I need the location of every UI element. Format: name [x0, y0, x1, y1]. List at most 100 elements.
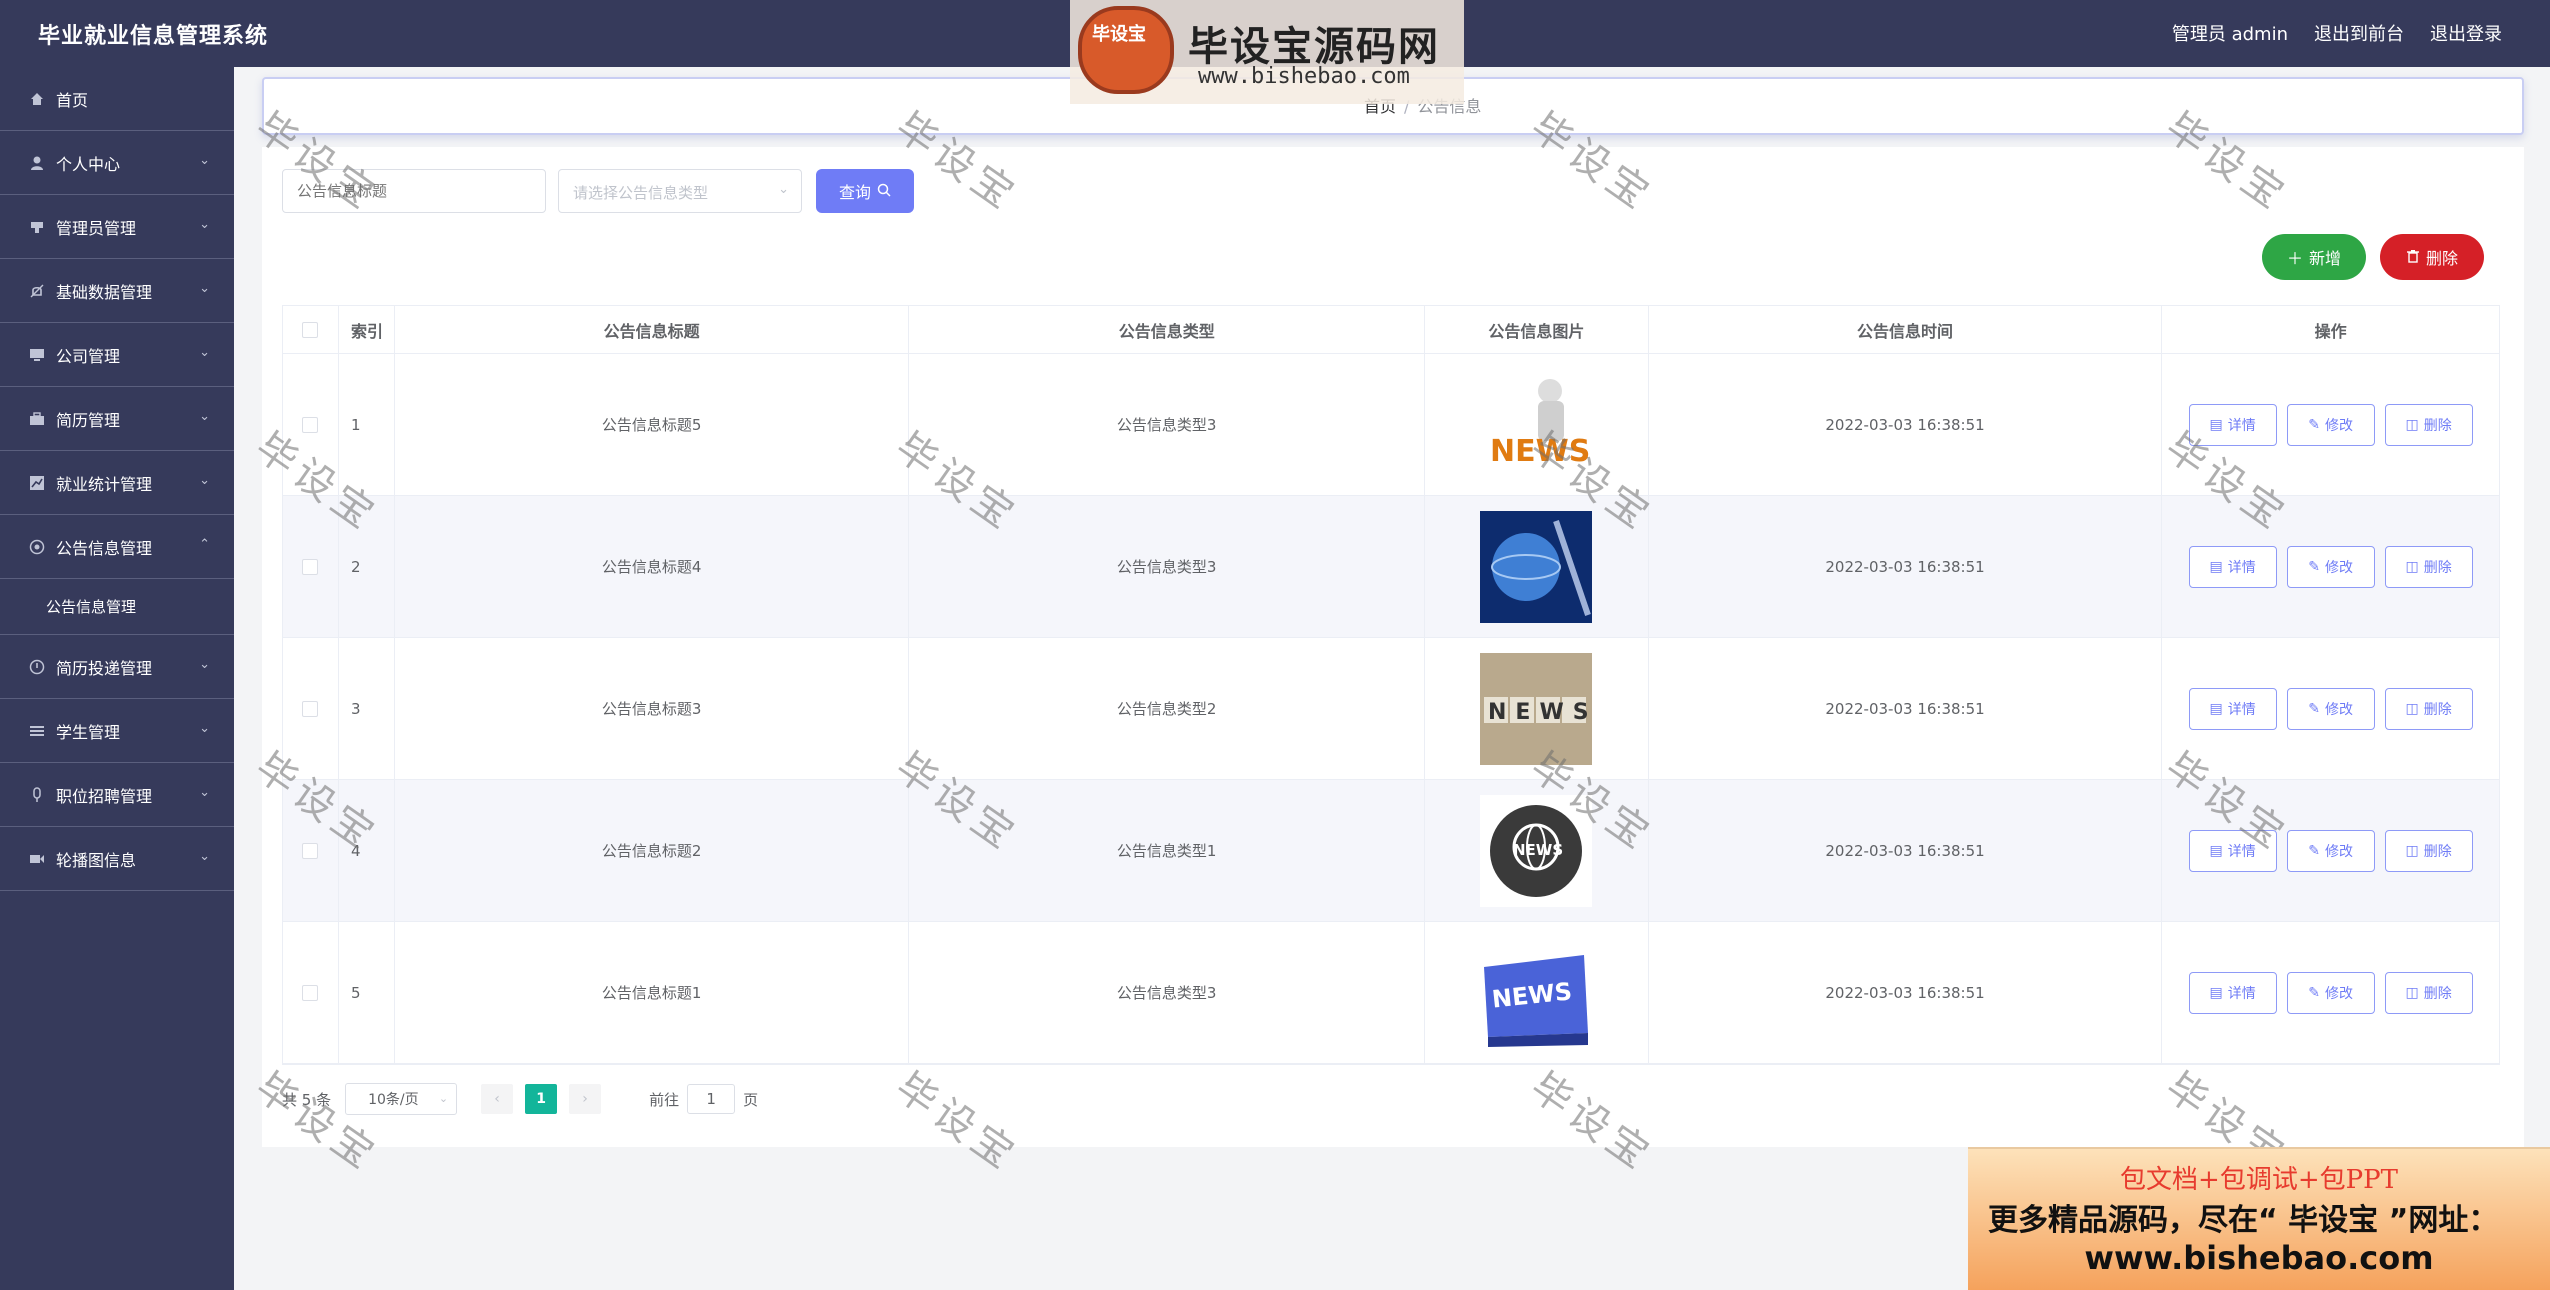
- add-button-label: 新增: [2309, 249, 2342, 268]
- cell-title: 公告信息标题1: [395, 922, 910, 1063]
- sidebar-item-admins[interactable]: 管理员管理 ⌄: [0, 195, 234, 259]
- goto-page: 前往 1 页: [649, 1084, 758, 1114]
- notice-type-placeholder: 请选择公告信息类型: [573, 184, 709, 202]
- document-icon: ▤: [2209, 842, 2223, 859]
- edit-button[interactable]: ✎ 修改: [2286, 687, 2375, 730]
- next-page-button[interactable]: ›: [569, 1084, 602, 1114]
- cell-type: 公告信息类型3: [909, 354, 1425, 495]
- edit-label: 修改: [2325, 559, 2353, 576]
- row-checkbox[interactable]: [302, 984, 319, 1001]
- table-row: 5 公告信息标题1 公告信息类型3 NEWS 2022-03-03 16:38:…: [283, 922, 2499, 1064]
- delete-button[interactable]: ◫ 删除: [2384, 971, 2473, 1014]
- chevron-up-icon: ⌃: [199, 537, 210, 552]
- detail-label: 详情: [2227, 559, 2256, 576]
- content-panel: 请选择公告信息类型 ⌄ 查询 ＋ 新增 删除 索引 公告信息标题 公告信息类型 …: [262, 147, 2524, 1147]
- detail-button[interactable]: ▤ 详情: [2188, 687, 2277, 730]
- cell-image: NEWS: [1425, 780, 1649, 921]
- chevron-down-icon: ⌄: [199, 409, 210, 424]
- add-button[interactable]: ＋ 新增: [2262, 234, 2366, 280]
- exit-to-front-link[interactable]: 退出到前台: [2314, 20, 2404, 46]
- notice-title-search-input[interactable]: [282, 169, 546, 213]
- cell-operations: ▤ 详情 ✎ 修改 ◫ 删除: [2162, 922, 2499, 1063]
- plus-icon: ＋: [2286, 249, 2303, 268]
- batch-delete-button[interactable]: 删除: [2380, 234, 2484, 280]
- logo-url: www.bishebao.com: [1198, 64, 1410, 89]
- detail-button[interactable]: ▤ 详情: [2188, 403, 2277, 446]
- row-checkbox[interactable]: [302, 416, 319, 433]
- edit-button[interactable]: ✎ 修改: [2286, 829, 2375, 872]
- sidebar-item-label: 职位招聘管理: [56, 786, 153, 806]
- sidebar-item-home[interactable]: 首页: [0, 67, 234, 131]
- cell-type: 公告信息类型3: [909, 922, 1425, 1063]
- top-actions: 管理员 admin 退出到前台 退出登录: [2172, 20, 2502, 46]
- delete-label: 删除: [2423, 985, 2452, 1002]
- sidebar-item-carousel[interactable]: 轮播图信息 ⌄: [0, 827, 234, 891]
- table-row: 2 公告信息标题4 公告信息类型3 2022-03-03 16:38:51 ▤ 详…: [283, 496, 2499, 638]
- pencil-icon: ✎: [2308, 984, 2320, 1001]
- detail-button[interactable]: ▤ 详情: [2188, 545, 2277, 588]
- news-thumbnail: NEWS: [1480, 369, 1592, 481]
- sidebar-item-resumes[interactable]: 简历管理 ⌄: [0, 387, 234, 451]
- sidebar-item-resume-delivery[interactable]: 简历投递管理 ⌄: [0, 635, 234, 699]
- sidebar-item-job-postings[interactable]: 职位招聘管理 ⌄: [0, 763, 234, 827]
- sidebar-item-profile[interactable]: 个人中心 ⌄: [0, 131, 234, 195]
- chevron-left-icon: ‹: [494, 1091, 500, 1107]
- chevron-down-icon: ⌄: [199, 345, 210, 360]
- sidebar-item-notices[interactable]: 公告信息管理 ⌃: [0, 515, 234, 579]
- edit-button[interactable]: ✎ 修改: [2286, 545, 2375, 588]
- page-number-button[interactable]: 1: [525, 1084, 558, 1114]
- goto-page-input[interactable]: 1: [687, 1084, 736, 1114]
- cell-operations: ▤ 详情 ✎ 修改 ◫ 删除: [2162, 496, 2499, 637]
- prev-page-button[interactable]: ‹: [481, 1084, 514, 1114]
- delete-button[interactable]: ◫ 删除: [2384, 403, 2473, 446]
- cell-type: 公告信息类型1: [909, 780, 1425, 921]
- pencil-icon: ✎: [2308, 558, 2320, 575]
- delete-label: 删除: [2423, 843, 2452, 860]
- sidebar-item-basic-data[interactable]: 基础数据管理 ⌄: [0, 259, 234, 323]
- row-checkbox[interactable]: [302, 558, 319, 575]
- delete-label: 删除: [2423, 559, 2452, 576]
- document-icon: ▤: [2209, 558, 2223, 575]
- delete-button[interactable]: ◫ 删除: [2384, 687, 2473, 730]
- news-globe-icon-thumbnail: NEWS: [1480, 794, 1593, 907]
- sidebar-item-label: 公告信息管理: [56, 538, 153, 558]
- pencil-icon: ✎: [2308, 416, 2320, 433]
- edit-button[interactable]: ✎ 修改: [2286, 403, 2375, 446]
- table-header-row: 索引 公告信息标题 公告信息类型 公告信息图片 公告信息时间 操作: [283, 306, 2499, 354]
- main-content: 首页/公告信息 请选择公告信息类型 ⌄ 查询 ＋ 新增 删除 索引 公告信息标题…: [234, 67, 2550, 1290]
- detail-button[interactable]: ▤ 详情: [2188, 971, 2277, 1014]
- header-title: 公告信息标题: [395, 306, 910, 353]
- pencil-icon: ✎: [2308, 842, 2320, 859]
- select-all-checkbox[interactable]: [302, 321, 319, 338]
- notice-type-select[interactable]: 请选择公告信息类型 ⌄: [558, 169, 802, 213]
- detail-label: 详情: [2227, 417, 2256, 434]
- sidebar-item-companies[interactable]: 公司管理 ⌄: [0, 323, 234, 387]
- cell-type: 公告信息类型2: [909, 638, 1425, 779]
- cell-image: NEWS: [1425, 922, 1649, 1063]
- row-checkbox[interactable]: [302, 842, 319, 859]
- edit-button[interactable]: ✎ 修改: [2286, 971, 2375, 1014]
- cell-index: 1: [339, 354, 395, 495]
- cell-title: 公告信息标题4: [395, 496, 910, 637]
- trash-icon: ◫: [2405, 558, 2419, 575]
- sidebar-item-students[interactable]: 学生管理 ⌄: [0, 699, 234, 763]
- header-time: 公告信息时间: [1649, 306, 2163, 353]
- admin-icon: [28, 218, 46, 236]
- sidebar-item-label: 个人中心: [56, 154, 121, 174]
- pencil-icon: ✎: [2308, 700, 2320, 717]
- home-icon: [28, 90, 46, 108]
- delete-button[interactable]: ◫ 删除: [2384, 829, 2473, 872]
- sidebar-subitem-notice-management[interactable]: 公告信息管理: [0, 579, 234, 635]
- logout-link[interactable]: 退出登录: [2430, 20, 2502, 46]
- delete-button[interactable]: ◫ 删除: [2384, 545, 2473, 588]
- page-size-select[interactable]: 10条/页 ⌄: [345, 1083, 458, 1115]
- table-row: 4 公告信息标题2 公告信息类型1 NEWS 2022-03-03 16:38:…: [283, 780, 2499, 922]
- sidebar-item-employment-stats[interactable]: 就业统计管理 ⌄: [0, 451, 234, 515]
- cell-image: NEWS: [1425, 638, 1649, 779]
- sidebar-item-label: 简历投递管理: [56, 658, 153, 678]
- row-checkbox[interactable]: [302, 700, 319, 717]
- detail-button[interactable]: ▤ 详情: [2188, 829, 2277, 872]
- query-button[interactable]: 查询: [816, 169, 914, 213]
- cell-index: 5: [339, 922, 395, 1063]
- delete-label: 删除: [2423, 701, 2452, 718]
